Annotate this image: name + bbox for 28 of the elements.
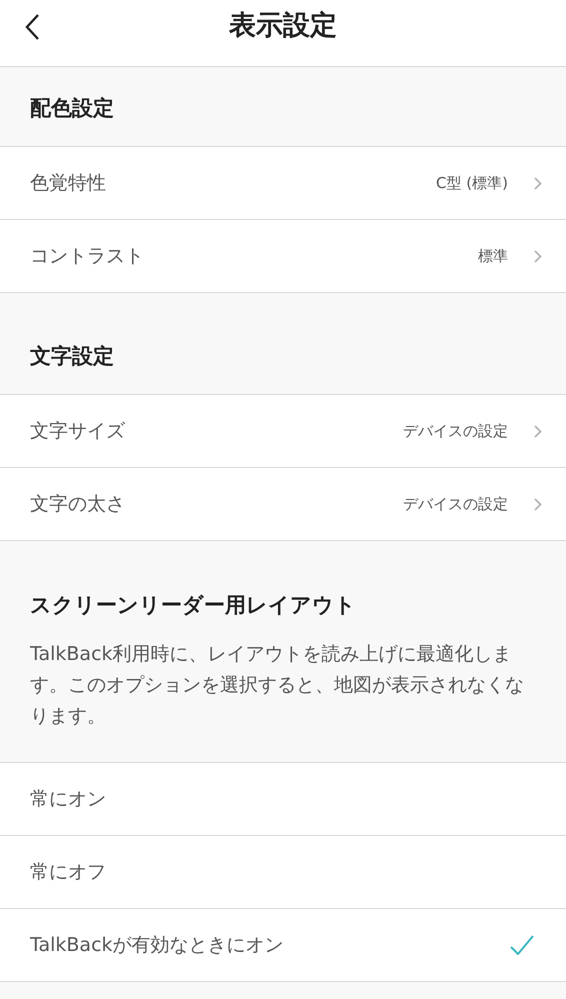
row-value: C型 (標準) <box>436 172 508 194</box>
section-heading: 文字設定 <box>30 343 115 370</box>
row-label: 常にオン <box>30 786 107 812</box>
settings-row[interactable]: コントラスト 標準 <box>0 220 566 293</box>
settings-row[interactable]: 文字サイズ デバイスの設定 <box>0 395 566 468</box>
chevron-right-icon <box>534 498 542 510</box>
settings-row[interactable]: 文字の太さ デバイスの設定 <box>0 468 566 541</box>
row-label: 色覚特性 <box>30 170 107 196</box>
section-heading: 配色設定 <box>30 95 115 122</box>
chevron-right-icon <box>534 176 542 190</box>
row-label: 文字サイズ <box>30 418 126 444</box>
row-label: コントラスト <box>30 244 145 269</box>
back-icon <box>24 13 40 41</box>
chevron-right-icon <box>534 250 542 262</box>
row-value: デバイスの設定 <box>403 494 508 515</box>
row-label: 文字の太さ <box>30 492 126 517</box>
row-label: TalkBackが有効なときにオン <box>30 932 285 958</box>
settings-row[interactable]: TalkBackが有効なときにオン <box>0 909 566 982</box>
settings-row[interactable]: 常にオフ <box>0 836 566 909</box>
page-title: 表示設定 <box>229 8 337 43</box>
row-value: デバイスの設定 <box>403 420 508 442</box>
section-description: TalkBack利用時に、レイアウトを読み上げに最適化します。このオプションを選択すると、地図が表示されなくなります。 <box>30 642 525 729</box>
row-label: 常にオフ <box>30 860 107 885</box>
settings-row[interactable]: 常にオン <box>0 763 566 836</box>
row-value: 標準 <box>478 246 508 267</box>
section-heading: スクリーンリーダー用レイアウト <box>30 592 357 619</box>
settings-row[interactable]: 色覚特性 C型 (標準) <box>0 147 566 220</box>
chevron-right-icon <box>534 424 542 438</box>
